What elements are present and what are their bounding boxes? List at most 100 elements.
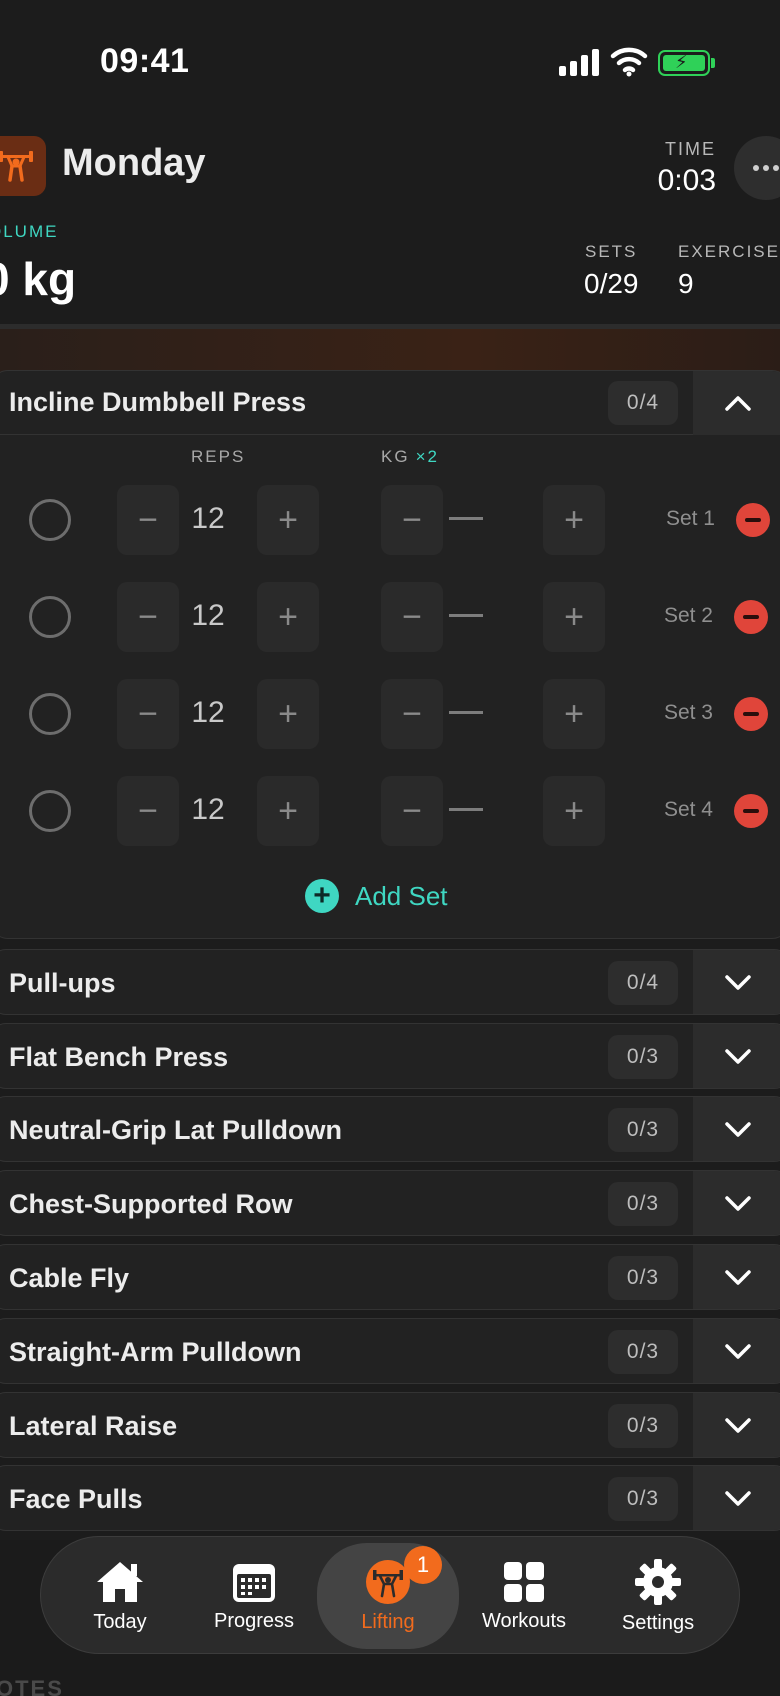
kg-decrement-button[interactable]: − — [381, 485, 443, 555]
exercise-card[interactable]: Face Pulls 0/3 — [0, 1465, 780, 1531]
more-options-button[interactable] — [734, 136, 780, 200]
reps-decrement-button[interactable]: − — [117, 776, 179, 846]
expand-button[interactable] — [693, 1245, 780, 1309]
reps-decrement-button[interactable]: − — [117, 485, 179, 555]
kg-empty-value — [449, 808, 483, 811]
tab-progress[interactable]: Progress — [189, 1537, 319, 1655]
kg-decrement-button[interactable]: − — [381, 582, 443, 652]
kg-decrement-button[interactable]: − — [381, 679, 443, 749]
delete-set-button[interactable] — [734, 697, 768, 731]
add-set-button[interactable]: + Add Set — [305, 879, 448, 913]
kg-increment-button[interactable]: + — [543, 679, 605, 749]
set-complete-checkbox[interactable] — [29, 693, 71, 735]
kg-increment-button[interactable]: + — [543, 776, 605, 846]
exercise-card[interactable]: Chest-Supported Row 0/3 — [0, 1170, 780, 1236]
exercise-name: Flat Bench Press — [9, 1042, 229, 1072]
set-count-badge: 0/4 — [608, 961, 678, 1005]
exercise-name: Incline Dumbbell Press — [9, 387, 307, 417]
chevron-up-icon — [725, 396, 751, 411]
exercise-name: Cable Fly — [9, 1263, 130, 1293]
set-count-badge: 0/3 — [608, 1404, 678, 1448]
volume-value: 0 kg — [0, 253, 77, 305]
exercise-card[interactable]: Cable Fly 0/3 — [0, 1244, 780, 1310]
set-label: Set 1 — [665, 507, 715, 530]
expand-button[interactable] — [693, 1097, 780, 1161]
exercise-card[interactable]: Pull-ups 0/4 — [0, 949, 780, 1015]
kg-empty-value — [449, 614, 483, 617]
kg-column-label: KG ×2 — [381, 447, 439, 466]
reps-increment-button[interactable]: + — [257, 582, 319, 652]
exercise-name: Neutral-Grip Lat Pulldown — [9, 1115, 343, 1145]
kg-decrement-button[interactable]: − — [381, 776, 443, 846]
chevron-down-icon — [725, 1122, 751, 1137]
tab-label: Today — [93, 1610, 147, 1633]
time-label: TIME — [665, 139, 716, 159]
set-label: Set 2 — [663, 604, 713, 627]
set-complete-checkbox[interactable] — [29, 596, 71, 638]
set-count-badge: 0/3 — [608, 1035, 678, 1079]
expand-button[interactable] — [693, 1171, 780, 1235]
tab-label: Progress — [213, 1609, 295, 1632]
reps-value: 12 — [191, 502, 225, 535]
reps-increment-button[interactable]: + — [257, 776, 319, 846]
reps-value: 12 — [191, 793, 225, 826]
notes-section-label: OTES — [0, 1676, 64, 1696]
exercises-value: 9 — [678, 268, 694, 299]
set-count-badge: 0/4 — [608, 381, 678, 425]
expand-button[interactable] — [693, 1024, 780, 1088]
set-count-badge: 0/3 — [608, 1108, 678, 1152]
set-count-badge: 0/3 — [608, 1330, 678, 1374]
volume-label: OLUME — [0, 222, 59, 241]
exercise-card[interactable]: Straight-Arm Pulldown 0/3 — [0, 1318, 780, 1384]
calendar-icon — [233, 1563, 275, 1602]
kg-increment-button[interactable]: + — [543, 485, 605, 555]
battery-icon: ⚡ — [658, 50, 710, 76]
chevron-down-icon — [725, 1049, 751, 1064]
battery-cap — [711, 58, 715, 68]
chevron-down-icon — [725, 1344, 751, 1359]
delete-set-button[interactable] — [734, 600, 768, 634]
tab-settings[interactable]: Settings — [593, 1537, 723, 1655]
set-row: − 12 + − + Set 4 — [0, 776, 780, 846]
set-count-badge: 0/3 — [608, 1477, 678, 1521]
set-label: Set 3 — [663, 701, 713, 724]
set-row: − 12 + − + Set 3 — [0, 679, 780, 749]
chevron-down-icon — [725, 1196, 751, 1211]
exercise-name: Pull-ups — [9, 968, 116, 998]
collapse-button[interactable] — [693, 371, 780, 435]
reps-increment-button[interactable]: + — [257, 485, 319, 555]
set-complete-checkbox[interactable] — [29, 790, 71, 832]
exercise-name: Straight-Arm Pulldown — [9, 1337, 302, 1367]
kg-increment-button[interactable]: + — [543, 582, 605, 652]
exercise-card[interactable]: Neutral-Grip Lat Pulldown 0/3 — [0, 1096, 780, 1162]
set-row: − 12 + − + Set 1 — [0, 485, 780, 555]
exercise-name: Face Pulls — [9, 1484, 143, 1514]
plus-circle-icon: + — [305, 879, 339, 913]
reps-increment-button[interactable]: + — [257, 679, 319, 749]
header-gradient — [0, 329, 780, 373]
exercise-card[interactable]: Lateral Raise 0/3 — [0, 1392, 780, 1458]
tab-today[interactable]: Today — [55, 1537, 185, 1655]
kg-multiplier: ×2 — [415, 447, 439, 466]
delete-set-button[interactable] — [734, 794, 768, 828]
set-count-badge: 0/3 — [608, 1182, 678, 1226]
lifter-icon — [0, 151, 33, 182]
lifting-notification-badge: 1 — [404, 1546, 442, 1584]
reps-decrement-button[interactable]: − — [117, 582, 179, 652]
expand-button[interactable] — [693, 950, 780, 1014]
set-complete-checkbox[interactable] — [29, 499, 71, 541]
tab-label: Lifting — [361, 1610, 415, 1633]
exercise-card-header[interactable]: Incline Dumbbell Press 0/4 — [0, 371, 780, 435]
delete-set-button[interactable] — [736, 503, 770, 537]
expand-button[interactable] — [693, 1393, 780, 1457]
expand-button[interactable] — [693, 1319, 780, 1383]
chevron-down-icon — [725, 1491, 751, 1506]
tab-label: Workouts — [481, 1609, 567, 1632]
reps-decrement-button[interactable]: − — [117, 679, 179, 749]
tab-workouts[interactable]: Workouts — [459, 1537, 589, 1655]
exercise-card[interactable]: Flat Bench Press 0/3 — [0, 1023, 780, 1089]
reps-column-label: REPS — [191, 447, 246, 466]
workout-icon — [0, 136, 46, 196]
exercise-name: Chest-Supported Row — [9, 1189, 293, 1219]
expand-button[interactable] — [693, 1466, 780, 1530]
